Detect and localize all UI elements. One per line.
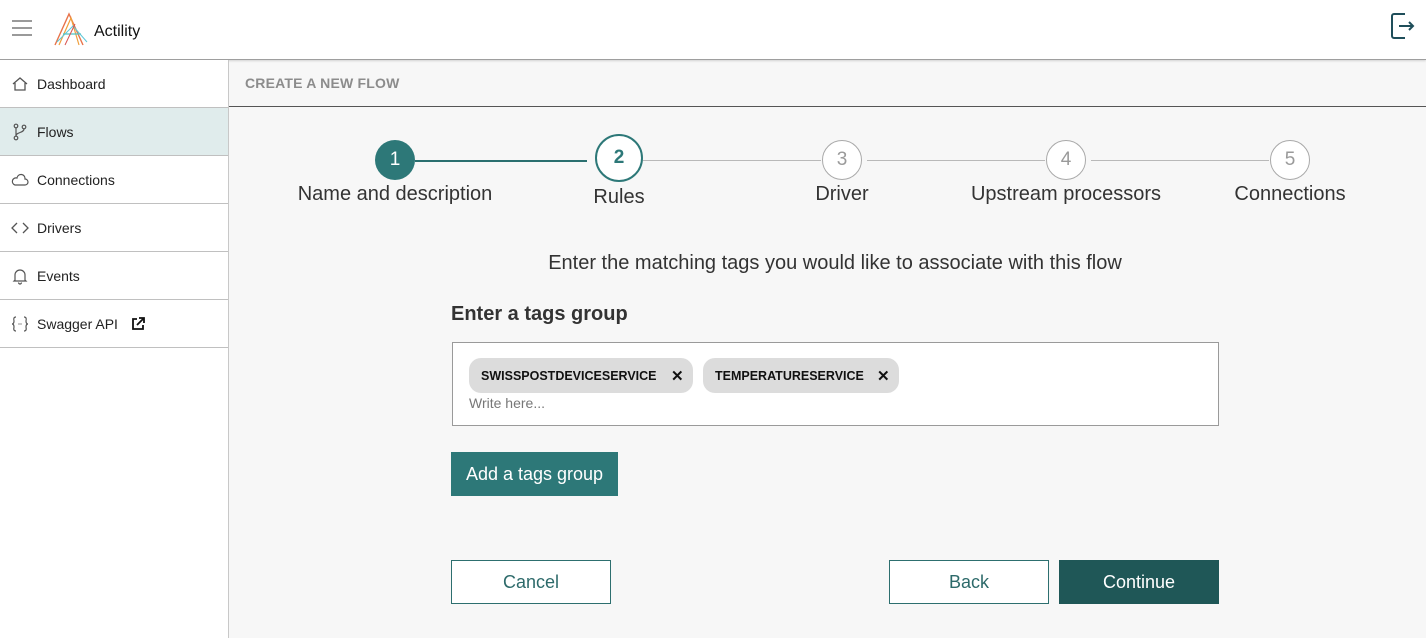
sidebar-item-dashboard[interactable]: Dashboard bbox=[0, 60, 228, 108]
step-1-label: Name and description bbox=[297, 183, 493, 205]
bell-icon bbox=[12, 268, 28, 285]
stepper: 1 2 3 4 5 Name and description Rules Dri… bbox=[229, 134, 1426, 216]
tag-chip-label: SWISSPOSTDEVICESERVICE bbox=[481, 368, 657, 383]
sidebar-item-label: Flows bbox=[37, 123, 74, 140]
tags-group-title: Enter a tags group bbox=[451, 303, 628, 325]
logout-icon[interactable] bbox=[1390, 12, 1416, 40]
cancel-button[interactable]: Cancel bbox=[451, 560, 611, 604]
step-5-circle: 5 bbox=[1270, 140, 1310, 180]
sidebar-item-connections[interactable]: Connections bbox=[0, 156, 228, 204]
step-2-label: Rules bbox=[593, 186, 645, 208]
tag-input[interactable] bbox=[469, 395, 969, 411]
sidebar-item-events[interactable]: Events bbox=[0, 252, 228, 300]
sidebar-item-drivers[interactable]: Drivers bbox=[0, 204, 228, 252]
home-icon bbox=[12, 76, 28, 91]
step-1-circle[interactable]: 1 bbox=[375, 140, 415, 180]
page-title: CREATE A NEW FLOW bbox=[229, 60, 1426, 107]
continue-button[interactable]: Continue bbox=[1059, 560, 1219, 604]
tag-chip-label: TEMPERATURESERVICE bbox=[715, 368, 864, 383]
braces-icon bbox=[11, 315, 29, 332]
step-2-circle[interactable]: 2 bbox=[595, 134, 643, 182]
external-link-icon[interactable] bbox=[130, 316, 146, 332]
sidebar: Dashboard Flows Connections Drivers Even… bbox=[0, 60, 229, 638]
brand-name: Actility bbox=[94, 23, 141, 40]
sidebar-item-label: Dashboard bbox=[37, 75, 106, 92]
code-icon bbox=[11, 222, 29, 233]
tag-chip: SWISSPOSTDEVICESERVICE ✕ bbox=[469, 358, 693, 393]
step-connector bbox=[1091, 160, 1269, 161]
tags-input-box[interactable]: SWISSPOSTDEVICESERVICE ✕ TEMPERATURESERV… bbox=[452, 342, 1219, 426]
sidebar-item-label: Connections bbox=[37, 171, 115, 188]
step-4-label: Upstream processors bbox=[970, 183, 1162, 205]
remove-tag-icon[interactable]: ✕ bbox=[671, 367, 684, 385]
add-tags-group-button[interactable]: Add a tags group bbox=[451, 452, 618, 496]
branch-icon bbox=[13, 123, 27, 140]
remove-tag-icon[interactable]: ✕ bbox=[877, 367, 890, 385]
back-button[interactable]: Back bbox=[889, 560, 1049, 604]
sidebar-item-swagger-api[interactable]: Swagger API bbox=[0, 300, 228, 348]
instruction-text: Enter the matching tags you would like t… bbox=[548, 252, 1122, 274]
step-3-circle: 3 bbox=[822, 140, 862, 180]
sidebar-item-label: Events bbox=[37, 267, 80, 284]
step-connector bbox=[867, 160, 1045, 161]
step-connector bbox=[643, 160, 821, 161]
sidebar-item-label: Swagger API bbox=[37, 315, 118, 332]
top-bar: Actility bbox=[0, 0, 1426, 60]
step-4-circle: 4 bbox=[1046, 140, 1086, 180]
menu-icon[interactable] bbox=[12, 20, 32, 38]
step-connector-done bbox=[415, 160, 587, 162]
sidebar-item-flows[interactable]: Flows bbox=[0, 108, 228, 156]
actility-logo bbox=[54, 12, 88, 46]
step-3-label: Driver bbox=[815, 183, 869, 205]
step-5-label: Connections bbox=[1234, 183, 1346, 205]
sidebar-item-label: Drivers bbox=[37, 219, 82, 236]
main-content: CREATE A NEW FLOW 1 2 3 4 5 Name and des… bbox=[229, 60, 1426, 638]
cloud-icon bbox=[11, 173, 29, 186]
tag-chip: TEMPERATURESERVICE ✕ bbox=[703, 358, 899, 393]
